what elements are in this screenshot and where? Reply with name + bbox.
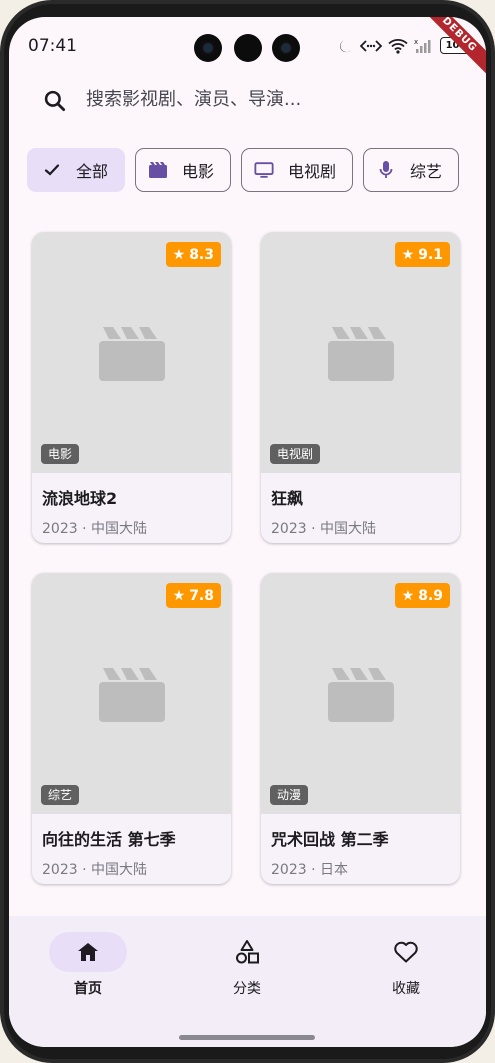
poster-placeholder: ★ 9.1 电视剧 <box>261 232 460 473</box>
poster-placeholder: ★ 7.8 综艺 <box>32 573 231 814</box>
content-card[interactable]: ★ 8.9 动漫 咒术回战 第二季 2023 · 日本 <box>261 573 460 884</box>
camera-cutout <box>272 34 300 62</box>
type-badge: 电视剧 <box>270 444 321 464</box>
card-meta: 2023 · 中国大陆 <box>42 521 147 537</box>
data-transfer-icon <box>360 39 382 52</box>
content-card[interactable]: ★ 7.8 综艺 向往的生活 第七季 2023 · 中国大陆 <box>32 573 231 884</box>
search-icon[interactable] <box>42 88 68 114</box>
content-card[interactable]: ★ 9.1 电视剧 狂飙 2023 · 中国大陆 <box>261 232 460 543</box>
chip-label: 电视剧 <box>288 162 337 181</box>
bottom-navigation: 首页 分类 收藏 <box>9 916 486 1047</box>
rating-badge: ★ 9.1 <box>394 242 450 267</box>
card-meta: 2023 · 中国大陆 <box>271 521 376 537</box>
camera-cutout <box>194 34 222 62</box>
clapperboard-icon <box>328 327 394 381</box>
nav-category[interactable]: 分类 <box>187 932 307 998</box>
content-card[interactable]: ★ 8.3 电影 流浪地球2 2023 · 中国大陆 <box>32 232 231 543</box>
status-bar: 07:41 x 100 DEBUG <box>9 17 486 80</box>
nav-indicator <box>49 932 127 972</box>
card-info: 流浪地球2 2023 · 中国大陆 <box>42 485 222 538</box>
chip-movie[interactable]: 电影 <box>135 148 232 192</box>
rating-badge: ★ 8.3 <box>165 242 221 267</box>
type-badge: 动漫 <box>270 785 309 805</box>
type-badge: 综艺 <box>41 785 80 805</box>
nav-label: 分类 <box>233 981 261 997</box>
chip-label: 电影 <box>182 162 215 181</box>
card-meta: 2023 · 中国大陆 <box>42 862 147 878</box>
card-info: 向往的生活 第七季 2023 · 中国大陆 <box>42 826 222 879</box>
moon-icon <box>340 40 351 52</box>
status-time: 07:41 <box>28 36 77 56</box>
device-frame: 07:41 x 100 DEBUG 搜索影视剧、演员、导演... 全部 电影 电… <box>0 0 495 1063</box>
home-indicator[interactable] <box>179 1035 315 1040</box>
tv-icon <box>254 160 274 180</box>
star-icon: ★ <box>172 587 186 604</box>
search-input[interactable] <box>86 88 446 110</box>
filter-chips: 全部 电影 电视剧 综艺 <box>27 148 460 192</box>
category-icon <box>236 940 259 964</box>
nav-indicator <box>367 932 445 972</box>
clapperboard-icon <box>99 668 165 722</box>
type-badge: 电影 <box>41 444 80 464</box>
signal-icon: x <box>414 38 431 53</box>
nav-indicator <box>208 932 286 972</box>
card-title: 向往的生活 第七季 <box>42 830 176 849</box>
rating-badge: ★ 7.8 <box>165 583 221 608</box>
home-icon <box>78 943 98 961</box>
nav-label: 收藏 <box>392 981 420 997</box>
card-info: 咒术回战 第二季 2023 · 日本 <box>271 826 451 879</box>
chip-tv[interactable]: 电视剧 <box>241 148 354 192</box>
mic-icon <box>376 160 396 180</box>
nav-favorites[interactable]: 收藏 <box>346 932 466 998</box>
camera-cutout <box>234 34 262 62</box>
star-icon: ★ <box>401 587 415 604</box>
card-info: 狂飙 2023 · 中国大陆 <box>271 485 451 538</box>
search-bar[interactable] <box>42 79 462 119</box>
poster-placeholder: ★ 8.9 动漫 <box>261 573 460 814</box>
check-icon <box>42 160 62 180</box>
svg-text:x: x <box>414 38 418 46</box>
card-title: 咒术回战 第二季 <box>271 830 389 849</box>
movie-icon <box>148 160 168 180</box>
chip-variety[interactable]: 综艺 <box>363 148 460 192</box>
clapperboard-icon <box>328 668 394 722</box>
card-title: 狂飙 <box>271 489 304 508</box>
chip-all[interactable]: 全部 <box>27 148 126 192</box>
chip-label: 综艺 <box>410 162 443 181</box>
star-icon: ★ <box>401 246 415 263</box>
rating-badge: ★ 8.9 <box>394 583 450 608</box>
star-icon: ★ <box>172 246 186 263</box>
card-meta: 2023 · 日本 <box>271 862 348 878</box>
nav-home[interactable]: 首页 <box>28 932 148 998</box>
chip-label: 全部 <box>76 162 109 181</box>
card-title: 流浪地球2 <box>42 489 118 508</box>
heart-icon <box>394 941 418 963</box>
app-screen: 07:41 x 100 DEBUG 搜索影视剧、演员、导演... 全部 电影 电… <box>9 17 486 1047</box>
clapperboard-icon <box>99 327 165 381</box>
poster-placeholder: ★ 8.3 电影 <box>32 232 231 473</box>
wifi-icon <box>388 38 408 54</box>
nav-label: 首页 <box>74 981 102 997</box>
